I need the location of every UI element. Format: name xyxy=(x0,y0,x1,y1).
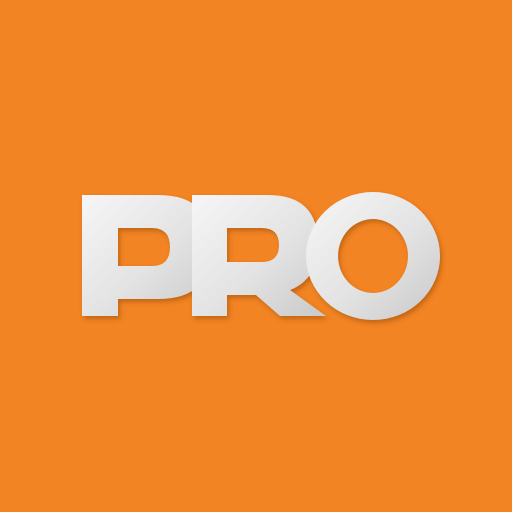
letter-o xyxy=(306,192,440,320)
pro-logo xyxy=(82,192,440,320)
app-icon-tile xyxy=(0,0,512,512)
letter-r xyxy=(192,195,326,316)
